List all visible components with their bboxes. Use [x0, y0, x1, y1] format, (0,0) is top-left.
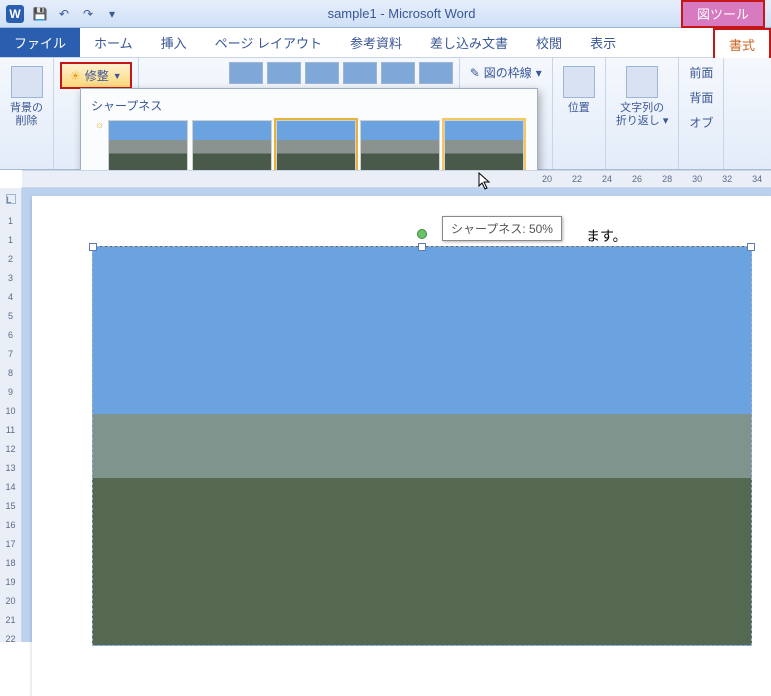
rotate-handle[interactable] [417, 229, 427, 239]
picture-border-button[interactable]: ✎ 図の枠線 ▾ [466, 62, 546, 83]
sharpness-thumb[interactable] [444, 120, 524, 176]
document-text: ます。 [586, 226, 627, 246]
tooltip: シャープネス: 50% [442, 216, 562, 241]
document-area: ます。 [22, 188, 771, 642]
tab-page-layout[interactable]: ページ レイアウト [201, 28, 336, 57]
sharpness-thumb[interactable] [276, 120, 356, 176]
tab-format[interactable]: 書式 [713, 28, 771, 58]
save-icon[interactable]: 💾 [30, 4, 50, 24]
remove-background-button[interactable]: 背景の削除 [6, 62, 47, 132]
bring-front-button[interactable]: 前面 [685, 62, 717, 83]
tab-insert[interactable]: 挿入 [147, 28, 201, 57]
chevron-down-icon: ▼ [113, 71, 122, 81]
wrap-icon [626, 66, 658, 98]
resize-handle[interactable] [418, 243, 426, 251]
sun-icon: ☀ [70, 69, 81, 83]
position-icon [563, 66, 595, 98]
undo-icon[interactable]: ↶ [54, 4, 74, 24]
cursor-icon [478, 172, 492, 190]
style-thumb[interactable] [419, 62, 453, 84]
wrap-text-button[interactable]: 文字列の折り返し ▾ [612, 62, 673, 132]
tab-mailings[interactable]: 差し込み文書 [416, 28, 522, 57]
sharpness-thumb[interactable] [360, 120, 440, 176]
gallery-header-sharpness: シャープネス [85, 93, 533, 120]
tab-file[interactable]: ファイル [0, 28, 80, 57]
resize-handle[interactable] [89, 243, 97, 251]
sun-icon: ☼ [89, 120, 104, 176]
ruler-horizontal: 202224262830323436 [22, 170, 771, 188]
position-button[interactable]: 位置 [559, 62, 599, 119]
page: ます。 [32, 196, 771, 696]
tab-references[interactable]: 参考資料 [336, 28, 416, 57]
remove-bg-icon [11, 66, 43, 98]
corrections-label: 修整 [85, 67, 109, 84]
ruler-corner: L [6, 194, 16, 204]
send-back-button[interactable]: 背面 [685, 87, 717, 108]
sharpness-thumb[interactable] [108, 120, 188, 176]
style-thumb[interactable] [305, 62, 339, 84]
selected-picture[interactable] [92, 246, 752, 646]
tab-view[interactable]: 表示 [576, 28, 630, 57]
redo-icon[interactable]: ↷ [78, 4, 98, 24]
word-icon: W [6, 5, 24, 23]
corrections-button[interactable]: ☀ 修整 ▼ [60, 62, 132, 89]
style-thumb[interactable] [343, 62, 377, 84]
qat-more-icon[interactable]: ▾ [102, 4, 122, 24]
picture-tools-tab[interactable]: 図ツール [681, 0, 765, 28]
window-title: sample1 - Microsoft Word [122, 6, 681, 21]
tab-review[interactable]: 校閲 [522, 28, 576, 57]
tab-home[interactable]: ホーム [80, 28, 147, 57]
style-thumb[interactable] [229, 62, 263, 84]
sharpness-thumb[interactable] [192, 120, 272, 176]
ruler-vertical: L 112345678910111213141516171819202122 [0, 188, 22, 642]
resize-handle[interactable] [747, 243, 755, 251]
style-thumb[interactable] [381, 62, 415, 84]
style-thumb[interactable] [267, 62, 301, 84]
selection-pane-button[interactable]: オブ [685, 112, 717, 133]
